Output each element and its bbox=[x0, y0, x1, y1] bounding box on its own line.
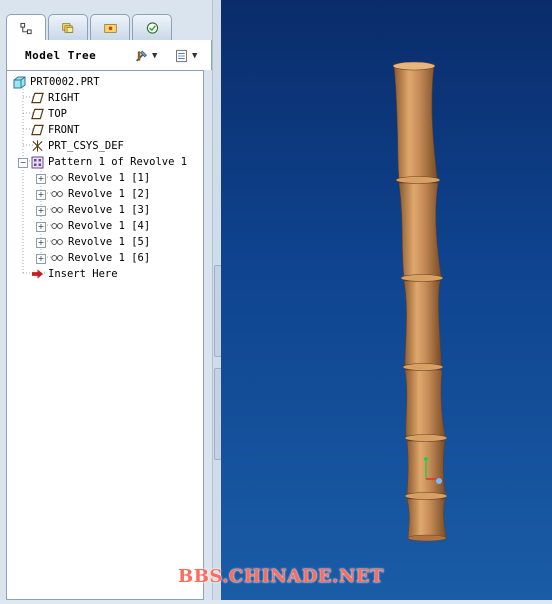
show-dropdown-button[interactable]: ▼ bbox=[175, 46, 197, 66]
tab-connections[interactable] bbox=[132, 14, 172, 40]
favorites-folder-icon bbox=[103, 21, 117, 34]
revolve-icon bbox=[51, 252, 64, 265]
csys-icon bbox=[31, 140, 44, 153]
model-tree-header: Model Tree ▼ ▼ bbox=[6, 40, 212, 70]
expand-toggle[interactable]: + bbox=[36, 190, 46, 200]
tree-item-label: Revolve 1 [3] bbox=[68, 204, 151, 216]
expand-toggle[interactable]: + bbox=[36, 254, 46, 264]
chevron-down-icon: ▼ bbox=[152, 51, 158, 61]
chevron-down-icon: ▼ bbox=[192, 51, 198, 61]
tree-item-label: PRT_CSYS_DEF bbox=[48, 140, 124, 152]
tree-item-insert-here[interactable]: Insert Here bbox=[31, 266, 118, 282]
tree-item-revolve-1[interactable]: Revolve 1 [1] bbox=[51, 170, 150, 186]
tree-item-label: Revolve 1 [2] bbox=[68, 188, 151, 200]
tree-item-revolve-6[interactable]: Revolve 1 [6] bbox=[51, 250, 150, 266]
expand-toggle[interactable]: + bbox=[36, 222, 46, 232]
datum-plane-icon bbox=[31, 124, 44, 137]
tree-item-label: RIGHT bbox=[48, 92, 80, 104]
connections-globe-icon bbox=[146, 21, 159, 34]
tree-item-revolve-3[interactable]: Revolve 1 [3] bbox=[51, 202, 150, 218]
tree-item-label: FRONT bbox=[48, 124, 80, 136]
tree-item-label: Insert Here bbox=[48, 268, 118, 280]
tree-item-pattern[interactable]: Pattern 1 of Revolve 1 bbox=[31, 154, 187, 170]
expand-toggle[interactable]: + bbox=[36, 174, 46, 184]
revolve-icon bbox=[51, 236, 64, 249]
insert-arrow-icon bbox=[31, 268, 44, 281]
tree-item-label: Revolve 1 [1] bbox=[68, 172, 151, 184]
tab-folder-browser[interactable] bbox=[48, 14, 88, 40]
model-tree-icon bbox=[19, 22, 33, 35]
expand-toggle[interactable]: + bbox=[36, 206, 46, 216]
watermark: BBS.CHINADE.NET bbox=[178, 566, 384, 587]
collapse-toggle[interactable]: − bbox=[18, 158, 28, 168]
tree-item-label: Pattern 1 of Revolve 1 bbox=[48, 156, 188, 168]
tab-favorites[interactable] bbox=[90, 14, 130, 40]
tree-item-label: Revolve 1 [5] bbox=[68, 236, 151, 248]
tree-item-right[interactable]: RIGHT bbox=[31, 90, 80, 106]
datum-plane-icon bbox=[31, 108, 44, 121]
tree-item-revolve-4[interactable]: Revolve 1 [4] bbox=[51, 218, 150, 234]
tools-icon bbox=[135, 50, 148, 63]
tree-root-label: PRT0002.PRT bbox=[30, 76, 100, 88]
tree-item-csys[interactable]: PRT_CSYS_DEF bbox=[31, 138, 124, 154]
panel-title: Model Tree bbox=[25, 49, 97, 62]
navigator-panel: Model Tree ▼ ▼ PRT0002.PRT RIGHT TOP FRO… bbox=[0, 0, 222, 600]
list-icon bbox=[175, 49, 188, 63]
model-tree: PRT0002.PRT RIGHT TOP FRONT PRT_CSYS_DEF… bbox=[6, 70, 204, 600]
folder-browser-icon bbox=[61, 21, 75, 34]
revolve-icon bbox=[51, 220, 64, 233]
tree-item-label: TOP bbox=[48, 108, 67, 120]
part-icon bbox=[13, 76, 26, 89]
tree-root[interactable]: PRT0002.PRT bbox=[13, 74, 100, 90]
pattern-icon bbox=[31, 156, 44, 169]
tree-item-label: Revolve 1 [4] bbox=[68, 220, 151, 232]
revolve-icon bbox=[51, 188, 64, 201]
tree-item-revolve-2[interactable]: Revolve 1 [2] bbox=[51, 186, 150, 202]
tab-model-tree[interactable] bbox=[6, 14, 46, 42]
bamboo-model bbox=[392, 61, 448, 542]
graphics-viewport[interactable] bbox=[221, 0, 552, 600]
tree-item-top[interactable]: TOP bbox=[31, 106, 67, 122]
datum-plane-icon bbox=[31, 92, 44, 105]
expand-toggle[interactable]: + bbox=[36, 238, 46, 248]
tree-item-revolve-5[interactable]: Revolve 1 [5] bbox=[51, 234, 150, 250]
revolve-icon bbox=[51, 172, 64, 185]
tree-item-label: Revolve 1 [6] bbox=[68, 252, 151, 264]
settings-dropdown-button[interactable]: ▼ bbox=[135, 46, 157, 66]
revolve-icon bbox=[51, 204, 64, 217]
tree-item-front[interactable]: FRONT bbox=[31, 122, 80, 138]
